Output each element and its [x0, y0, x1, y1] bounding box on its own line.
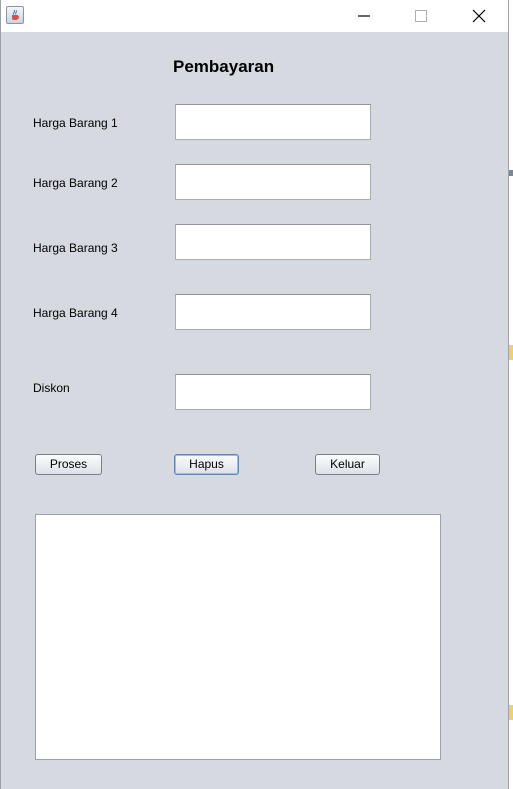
- label-harga-barang-1: Harga Barang 1: [33, 116, 118, 130]
- minimize-button[interactable]: [341, 0, 387, 32]
- minimize-icon: [358, 15, 370, 17]
- harga-barang-2-input[interactable]: [175, 164, 371, 200]
- label-harga-barang-4: Harga Barang 4: [33, 306, 118, 320]
- label-diskon: Diskon: [33, 381, 70, 395]
- maximize-icon: [415, 10, 427, 22]
- background-window-strip: [509, 0, 513, 789]
- harga-barang-4-input[interactable]: [175, 294, 371, 330]
- keluar-button[interactable]: Keluar: [315, 454, 380, 475]
- payment-window: Pembayaran Harga Barang 1 Harga Barang 2…: [0, 0, 509, 789]
- title-bar: [1, 0, 508, 32]
- close-button[interactable]: [456, 0, 502, 32]
- output-textarea[interactable]: [35, 514, 441, 760]
- form-title: Pembayaran: [173, 57, 275, 76]
- java-cup-icon[interactable]: [6, 6, 24, 24]
- diskon-input[interactable]: [175, 374, 371, 410]
- label-harga-barang-3: Harga Barang 3: [33, 241, 118, 255]
- harga-barang-1-input[interactable]: [175, 104, 371, 140]
- label-harga-barang-2: Harga Barang 2: [33, 176, 118, 190]
- close-icon: [472, 9, 486, 23]
- harga-barang-3-input[interactable]: [175, 224, 371, 260]
- hapus-button[interactable]: Hapus: [174, 454, 239, 475]
- proses-button[interactable]: Proses: [35, 454, 102, 475]
- maximize-button[interactable]: [398, 0, 444, 32]
